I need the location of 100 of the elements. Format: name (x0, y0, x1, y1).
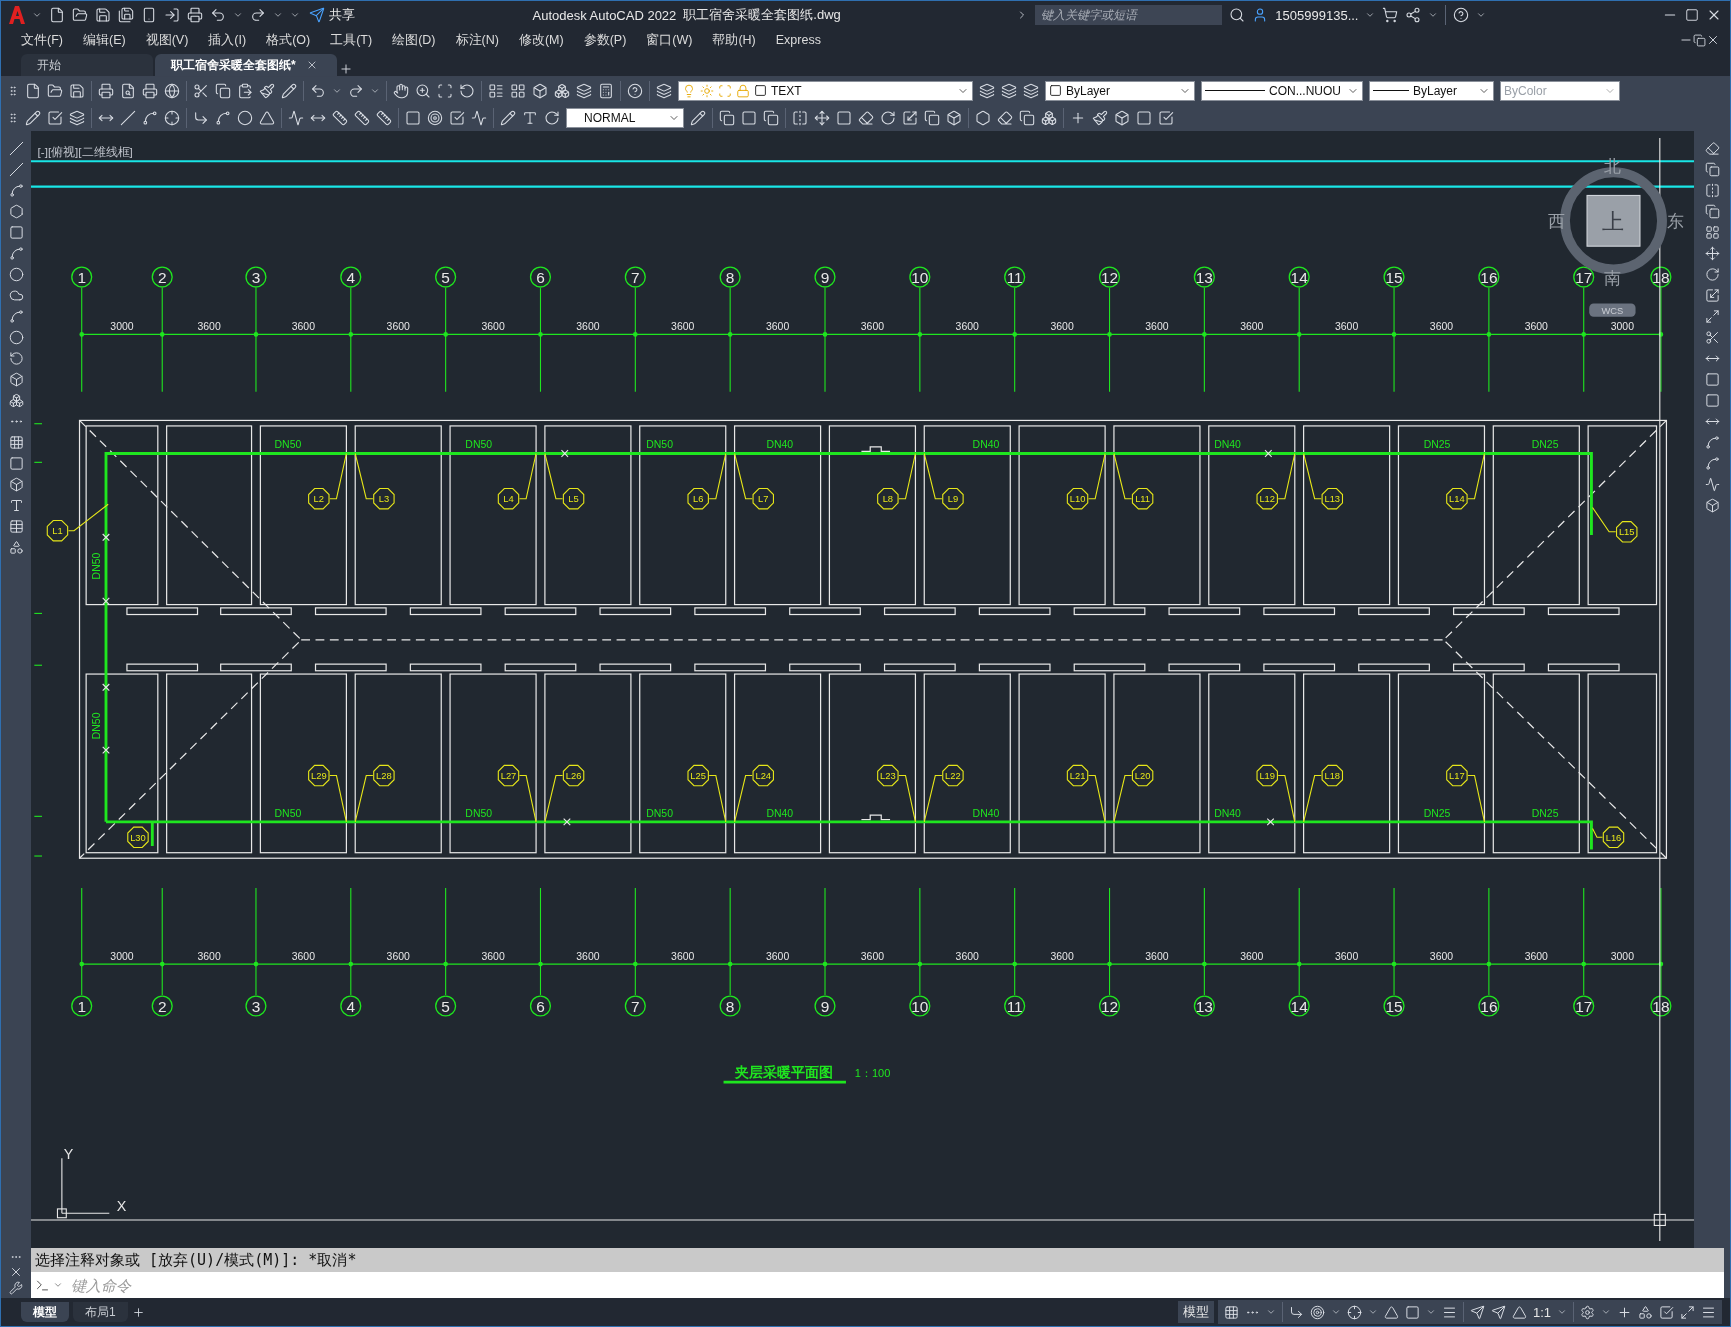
ucs-y-label: Y (63, 1146, 74, 1163)
axis-number: 6 (536, 268, 545, 286)
pipe-size-label: DN50 (465, 439, 493, 450)
search-field[interactable]: 键入关键字或短语 (1035, 5, 1223, 25)
axis-number: 14 (1290, 997, 1308, 1015)
view-cube-label[interactable]: 上 (1602, 208, 1625, 234)
menu-item[interactable]: 编辑(E) (72, 31, 136, 49)
dimension-text: 3600 (1524, 950, 1548, 962)
menu-item[interactable]: 参数(P) (573, 31, 637, 49)
viewport-label[interactable]: [-][俯视][二维线框] (37, 145, 133, 158)
axis-number: 4 (346, 997, 356, 1015)
dimension-text: 3000 (110, 321, 134, 332)
dimension-text: 3600 (576, 950, 600, 962)
menu-item[interactable]: 绘图(D) (382, 31, 446, 49)
document-tab[interactable]: 职工宿舍采暖全套图纸* (155, 54, 337, 76)
linetype-dropdown[interactable]: CON...NUOU (1201, 80, 1363, 101)
menu-item[interactable]: 修改(M) (508, 31, 574, 49)
tag-label: L25 (690, 770, 706, 781)
tag-label: L22 (945, 770, 961, 781)
compass-east[interactable]: 东 (1666, 212, 1684, 232)
menu-item[interactable]: Express (765, 33, 831, 47)
axis-number: 17 (1575, 268, 1593, 286)
layout-tab[interactable]: 布局1 (73, 1302, 128, 1322)
lineweight-dropdown[interactable]: ByLayer (1369, 80, 1494, 101)
axis-number: 9 (820, 997, 830, 1015)
axis-number: 6 (536, 997, 545, 1015)
axis-number: 3 (251, 268, 261, 286)
dimension-style-dropdown[interactable]: NORMAL (566, 107, 684, 128)
dimension-text: 3600 (671, 950, 695, 962)
dimension-text: 3600 (1240, 950, 1264, 962)
command-history: 选择注释对象或 [放弃(U)/模式(M)]: *取消* (31, 1248, 1724, 1272)
menu-item[interactable]: 插入(I) (198, 31, 257, 49)
tag-label: L12 (1259, 494, 1276, 505)
pipe-size-label: DN50 (274, 808, 302, 820)
menu-item[interactable]: 格式(O) (256, 31, 321, 49)
menu-item[interactable]: 视图(V) (135, 31, 199, 49)
tag-label: L24 (755, 770, 772, 781)
tag-label: L28 (376, 770, 392, 781)
menu-item[interactable]: 窗口(W) (636, 31, 703, 49)
tag-label: L19 (1259, 770, 1276, 781)
axis-number: 16 (1480, 268, 1498, 286)
dimension-text: 3600 (1524, 321, 1548, 332)
compass-west[interactable]: 西 (1547, 212, 1565, 232)
tag-label: L17 (1449, 770, 1465, 781)
axis-number: 7 (631, 997, 640, 1015)
pipe-size-label: DN40 (1214, 439, 1241, 450)
axis-number: 1 (77, 268, 86, 286)
axis-number: 5 (441, 268, 450, 286)
axis-number: 15 (1385, 997, 1403, 1015)
tag-label: L14 (1449, 494, 1465, 505)
axis-number: 16 (1480, 997, 1498, 1015)
document-tab[interactable]: 开始 (21, 54, 153, 76)
layer-dropdown[interactable]: TEXT (678, 80, 973, 101)
axis-number: 14 (1290, 268, 1308, 286)
pipe-size-label: DN40 (766, 808, 794, 820)
dimension-text: 3600 (1050, 321, 1074, 332)
compass-south[interactable]: 南 (1603, 268, 1621, 288)
tag-label: L2 (313, 494, 325, 505)
menu-item[interactable]: 帮助(H) (702, 31, 766, 49)
dimension-text: 3600 (671, 321, 695, 332)
tag-label: L21 (1069, 770, 1086, 781)
menu-item[interactable]: 标注(N) (445, 31, 509, 49)
compass-north[interactable]: 北 (1603, 157, 1621, 177)
pipe-size-label: DN50 (91, 552, 103, 580)
pipe-size-label: DN50 (91, 712, 103, 740)
axis-number: 11 (1006, 997, 1023, 1015)
pipe-size-label: DN40 (972, 439, 1000, 450)
command-input[interactable]: 键入命令 (67, 1272, 1724, 1298)
tag-label: L10 (1069, 494, 1086, 505)
axis-number: 9 (820, 268, 830, 286)
color-dropdown[interactable]: ByLayer (1045, 80, 1195, 101)
layout-tab[interactable]: 模型 (21, 1302, 69, 1322)
annotation-scale[interactable]: 1:1 (1532, 1304, 1551, 1320)
dimension-text: 3600 (1145, 950, 1169, 962)
dimension-text: 3600 (386, 321, 410, 332)
share-button[interactable]: 共享 (307, 6, 357, 24)
axis-number: 2 (157, 268, 167, 286)
dimension-text: 3600 (1240, 321, 1264, 332)
menu-item[interactable]: 工具(T) (320, 31, 383, 49)
axis-number: 10 (911, 997, 929, 1015)
axis-number: 8 (725, 997, 735, 1015)
dimension-text: 3000 (110, 950, 134, 962)
axis-number: 13 (1195, 268, 1213, 286)
dimension-text: 3600 (765, 950, 790, 962)
drawing-scale: 1：100 (854, 1066, 891, 1079)
dimension-text: 3600 (955, 950, 979, 962)
axis-number: 15 (1385, 268, 1403, 286)
tag-label: L23 (880, 770, 896, 781)
dimension-text: 3600 (860, 950, 885, 962)
window-title: Autodesk AutoCAD 2022 (532, 7, 677, 23)
axis-number: 4 (346, 268, 356, 286)
model-space-button[interactable]: 模型 (1177, 1301, 1214, 1323)
axis-number: 1 (77, 997, 86, 1015)
pipe-size-label: DN25 (1423, 808, 1451, 820)
tag-label: L8 (882, 494, 894, 505)
tag-label: L4 (503, 494, 514, 505)
dimension-text: 3000 (1610, 321, 1634, 332)
menu-item[interactable]: 文件(F) (11, 31, 73, 49)
axis-number: 12 (1100, 997, 1119, 1015)
user-name[interactable]: 1505999135... (1275, 7, 1359, 23)
